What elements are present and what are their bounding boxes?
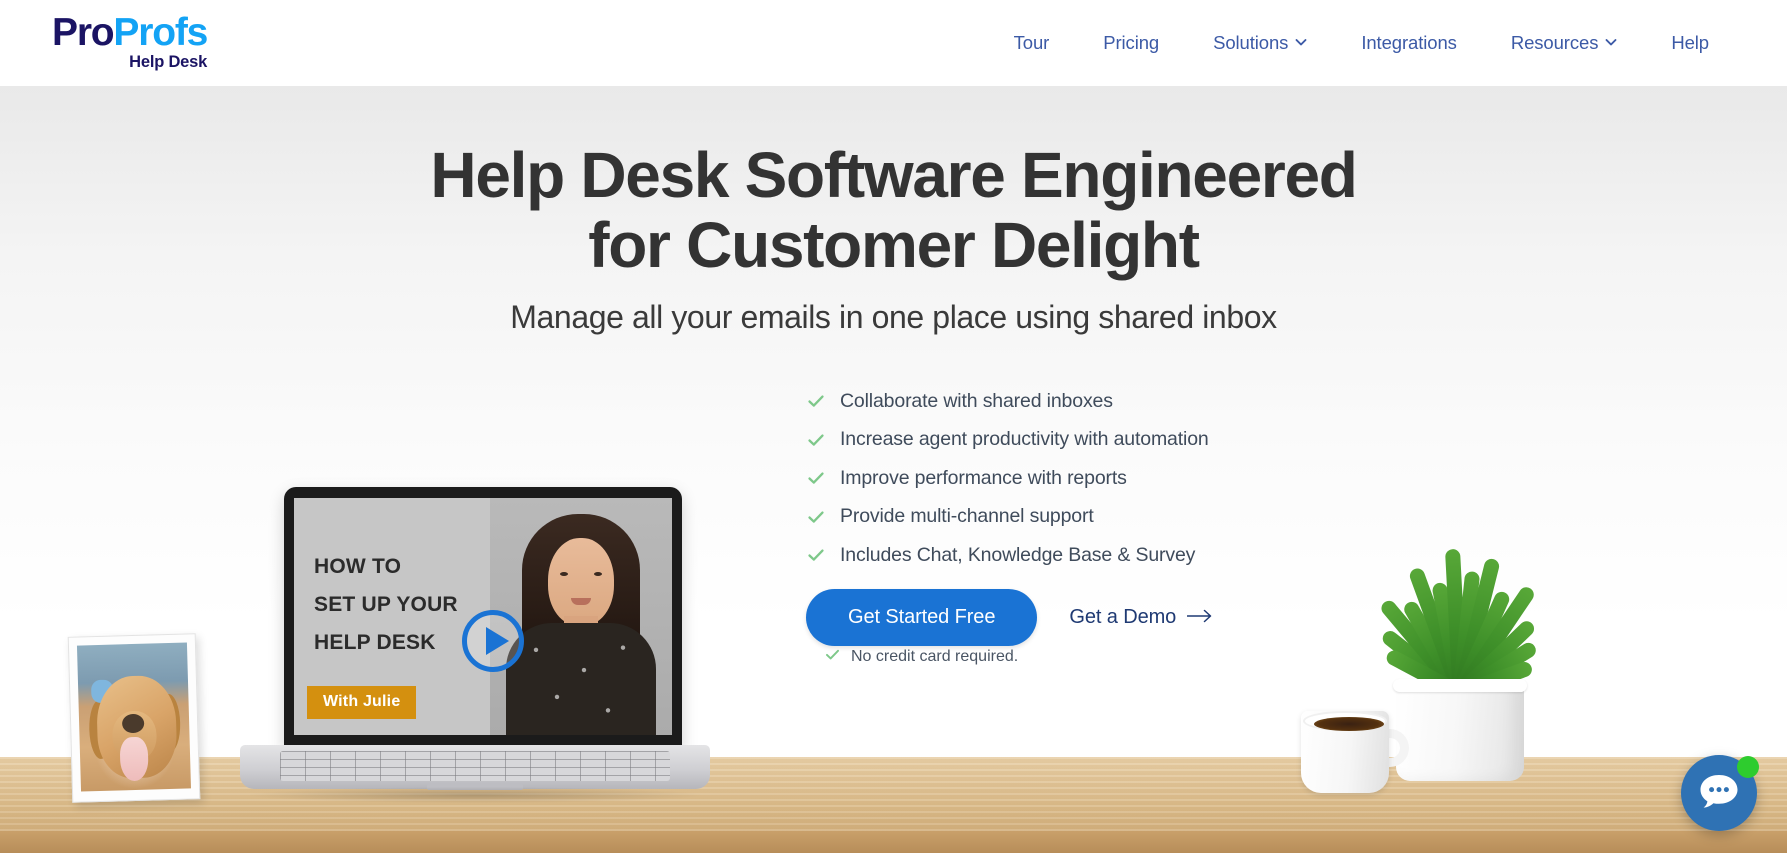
logo-text-profs: Profs	[113, 11, 208, 54]
logo[interactable]: ProProfs Help Desk	[52, 11, 208, 71]
video-title-line-2: SET UP YOUR	[314, 593, 458, 617]
site-header: ProProfs Help Desk Tour Pricing Solution…	[0, 0, 1787, 86]
check-icon	[806, 545, 826, 565]
video-title-line-3: HELP DESK	[314, 631, 436, 655]
feature-item: Collaborate with shared inboxes	[806, 382, 1209, 421]
check-icon	[824, 646, 841, 668]
online-status-dot	[1737, 756, 1759, 778]
laptop-illustration: HOW TO SET UP YOUR HELP DESK With Julie	[240, 487, 710, 805]
presenter-eye-left	[560, 572, 568, 576]
nav-item-resources[interactable]: Resources	[1484, 32, 1645, 54]
nav-label: Help	[1671, 32, 1709, 53]
plant-pot	[1393, 679, 1527, 781]
main-navigation: Tour Pricing Solutions Integrations Reso…	[987, 0, 1735, 86]
presenter-eye-right	[594, 572, 602, 576]
plant-leaves	[1345, 525, 1575, 701]
page-subtitle: Manage all your emails in one place usin…	[510, 299, 1277, 335]
demo-link-label: Get a Demo	[1069, 606, 1177, 628]
chevron-down-icon	[1295, 36, 1307, 48]
video-thumbnail[interactable]: HOW TO SET UP YOUR HELP DESK With Julie	[294, 498, 672, 735]
nav-label: Resources	[1510, 32, 1599, 53]
chevron-down-icon	[1605, 36, 1617, 48]
dog-photo	[76, 642, 191, 792]
feature-list: Collaborate with shared inboxes Increase…	[806, 382, 1209, 575]
nav-item-solutions[interactable]: Solutions	[1186, 32, 1334, 54]
nav-label: Integrations	[1361, 32, 1457, 53]
check-icon	[806, 391, 826, 411]
nav-item-help[interactable]: Help	[1644, 32, 1735, 54]
plant-pot-rim	[1393, 679, 1527, 692]
no-credit-card-note: No credit card required.	[824, 646, 1018, 668]
video-title-line-1: HOW TO	[314, 555, 402, 578]
headline-line-2: for Customer Delight	[588, 208, 1200, 281]
coffee-mug	[1301, 705, 1409, 793]
play-triangle	[485, 627, 509, 655]
cta-row: Get Started Free Get a Demo	[806, 589, 1213, 646]
get-started-free-button[interactable]: Get Started Free	[806, 589, 1038, 646]
feature-label: Includes Chat, Knowledge Base & Survey	[840, 543, 1196, 566]
hero-section: Help Desk Software Engineered for Custom…	[0, 86, 1787, 853]
chat-widget-button[interactable]	[1681, 755, 1759, 831]
presenter-face	[548, 538, 614, 626]
feature-item: Provide multi-channel support	[806, 498, 1209, 537]
nav-label: Solutions	[1213, 32, 1289, 53]
nav-label: Pricing	[1103, 32, 1160, 53]
feature-item: Includes Chat, Knowledge Base & Survey	[806, 536, 1209, 575]
nav-label: Tour	[1013, 32, 1050, 53]
check-icon	[806, 468, 826, 488]
mug-rim	[1303, 711, 1387, 731]
nav-item-integrations[interactable]: Integrations	[1334, 32, 1483, 54]
arrow-right-icon	[1186, 606, 1213, 629]
feature-item: Improve performance with reports	[806, 459, 1209, 498]
nav-item-pricing[interactable]: Pricing	[1076, 32, 1186, 54]
mug-body	[1301, 711, 1389, 793]
coffee-surface	[1314, 717, 1384, 731]
laptop-shadow	[250, 787, 700, 803]
feature-item: Increase agent productivity with automat…	[806, 421, 1209, 460]
presenter-image	[490, 498, 672, 735]
check-icon	[806, 430, 826, 450]
no-credit-card-label: No credit card required.	[851, 648, 1019, 665]
play-button-icon[interactable]	[462, 610, 524, 672]
presenter-body	[506, 623, 656, 735]
page-title: Help Desk Software Engineered for Custom…	[0, 139, 1787, 281]
feature-label: Increase agent productivity with automat…	[840, 428, 1209, 451]
nav-item-tour[interactable]: Tour	[987, 32, 1077, 54]
feature-label: Provide multi-channel support	[840, 505, 1094, 528]
video-title: HOW TO SET UP YOUR HELP DESK	[314, 548, 458, 663]
presenter-badge: With Julie	[307, 686, 417, 719]
logo-wordmark: ProProfs	[52, 11, 208, 54]
feature-label: Improve performance with reports	[840, 466, 1127, 489]
logo-text-pro: Pro	[52, 11, 115, 54]
feature-label: Collaborate with shared inboxes	[840, 389, 1113, 412]
photo-frame	[67, 633, 201, 803]
laptop-keyboard	[280, 751, 670, 781]
logo-subtitle: Help Desk	[129, 53, 208, 71]
check-icon	[806, 507, 826, 527]
laptop-lid: HOW TO SET UP YOUR HELP DESK With Julie	[284, 487, 682, 749]
chat-bubble-icon	[1698, 772, 1740, 815]
headline-line-1: Help Desk Software Engineered	[430, 139, 1357, 211]
get-a-demo-link[interactable]: Get a Demo	[1069, 606, 1213, 629]
desk-edge	[0, 831, 1787, 853]
